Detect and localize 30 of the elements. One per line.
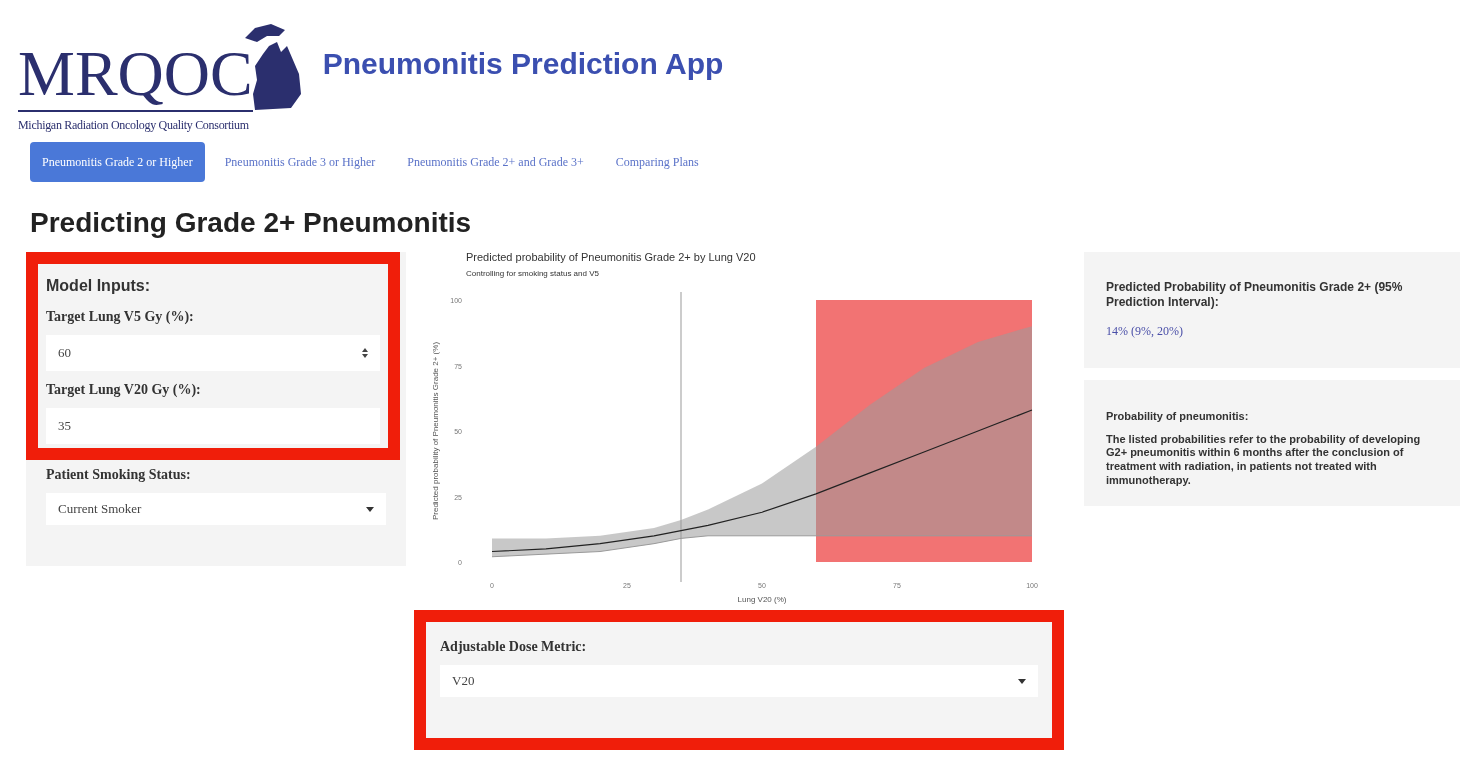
tab[interactable]: Pneumonitis Grade 3 or Higher bbox=[212, 142, 388, 182]
tab[interactable]: Pneumonitis Grade 2+ and Grade 3+ bbox=[395, 142, 596, 182]
info-title: Probability of pneumonitis: bbox=[1106, 409, 1250, 424]
smoking-select[interactable]: Current Smoker bbox=[46, 493, 386, 525]
field-label: Target Lung V20 Gy (%): bbox=[46, 381, 202, 399]
result-value: 14% (9%, 20%) bbox=[1106, 323, 1184, 340]
tab[interactable]: Comparing Plans bbox=[603, 142, 711, 182]
field-value: 60 bbox=[58, 344, 71, 363]
field-value: 35 bbox=[58, 417, 71, 436]
app-title: Pneumonitis Prediction App bbox=[322, 45, 724, 82]
logo-wordmark: MRQOC bbox=[18, 42, 253, 112]
y-axis-label: Predicted probability of Pneumonitis Grade 2+ (%) bbox=[431, 341, 440, 521]
page-heading: Predicting Grade 2+ Pneumonitis bbox=[29, 206, 473, 240]
caret-icon bbox=[366, 506, 374, 512]
chart-title: Predicted probability of Pneumonitis Grade 2+ by Lung V20 bbox=[466, 251, 756, 263]
spinner-icon[interactable] bbox=[362, 348, 368, 358]
inputs-title: Model Inputs: bbox=[46, 276, 151, 296]
field-label: Adjustable Dose Metric: bbox=[440, 638, 588, 656]
tab[interactable]: Pneumonitis Grade 2 or Higher bbox=[30, 142, 205, 182]
x-axis-label: Lung V20 (%) bbox=[737, 595, 787, 604]
info-text: The listed probabilities refer to the probability of developing G2+ pneumonitis within 6 months after the conclusion of treatment with radiation, in patients not treated with immunotherapy. bbox=[1106, 432, 1422, 488]
field-label: Target Lung V5 Gy (%): bbox=[46, 308, 195, 326]
dose-metric-select[interactable]: V20 bbox=[440, 665, 1038, 697]
caret-icon bbox=[1018, 678, 1026, 684]
result-title: Predicted Probability of Pneumonitis Grade 2+ (95% Prediction Interval): bbox=[1106, 280, 1404, 310]
input-field[interactable]: 60 bbox=[46, 335, 380, 371]
chart-subtitle: Controlling for smoking status and V5 bbox=[466, 269, 599, 278]
field-label: Patient Smoking Status: bbox=[46, 466, 192, 484]
input-field[interactable]: 35 bbox=[46, 408, 380, 444]
logo-caption: Michigan Radiation Oncology Quality Consortium bbox=[18, 117, 250, 134]
